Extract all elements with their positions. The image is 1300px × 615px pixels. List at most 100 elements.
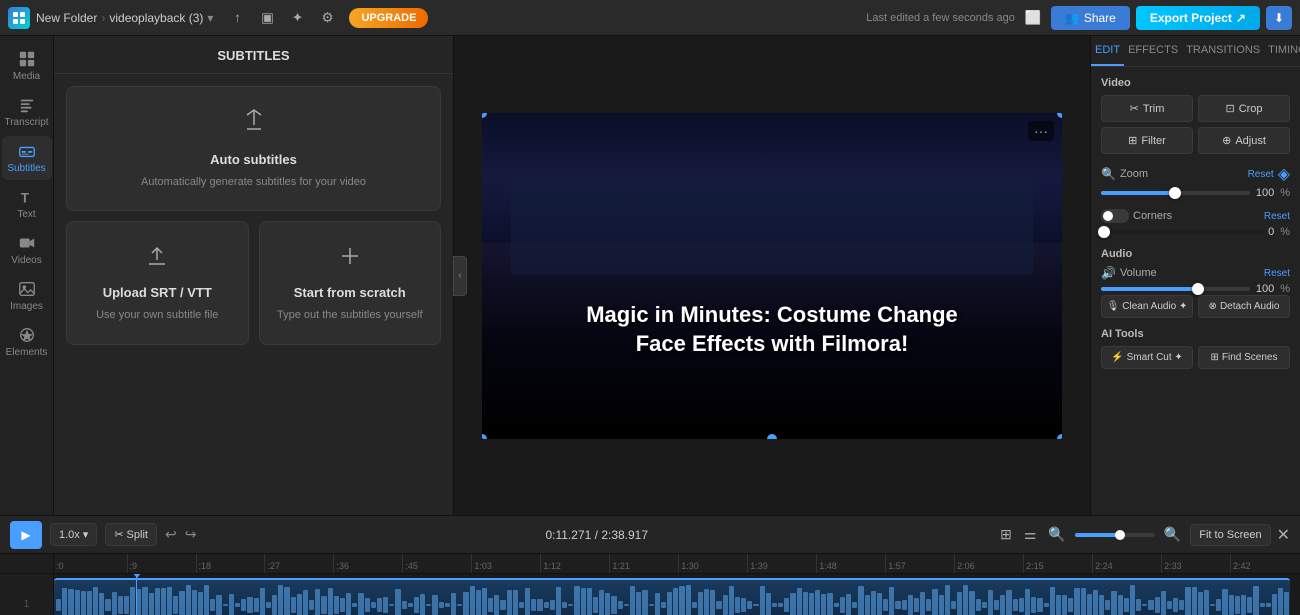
zoom-in-button[interactable]: 🔍 — [1161, 523, 1184, 546]
corners-slider-section: Corners Reset 0 % — [1101, 209, 1290, 238]
corner-handle-br[interactable] — [1057, 434, 1062, 439]
track-number: 1 — [0, 574, 53, 615]
ruler-mark: :27 — [265, 554, 334, 573]
video-section-title: Video — [1101, 77, 1290, 89]
sidebar-text-label: Text — [17, 209, 35, 220]
auto-subtitles-card[interactable]: Auto subtitles Automatically generate su… — [66, 86, 441, 211]
ruler-mark: 1:30 — [679, 554, 748, 573]
corners-label: Corners — [1133, 210, 1172, 222]
adjust-button[interactable]: ⊕ Adjust — [1198, 127, 1290, 154]
smart-cut-icon: ⚡ — [1111, 352, 1123, 363]
corners-value: 0 — [1268, 226, 1274, 238]
ruler-mark: 2:15 — [1024, 554, 1093, 573]
crop-button[interactable]: ⊡ Crop — [1198, 95, 1290, 122]
sidebar-item-images[interactable]: Images — [2, 274, 52, 318]
sidebar-item-subtitles[interactable]: Subtitles — [2, 136, 52, 180]
settings-icon[interactable]: ⚙ — [315, 6, 339, 30]
scratch-title: Start from scratch — [294, 285, 406, 300]
timeline-current-time: 0:11.271 / 2:38.917 — [545, 528, 648, 542]
timeline-controls: ▶ 1.0x ▾ ✂ Split ↩ ↪ 0:11.271 / 2:38.917… — [0, 516, 1300, 554]
corners-thumb[interactable] — [1098, 226, 1110, 238]
corners-toggle[interactable] — [1101, 209, 1129, 223]
sidebar-images-label: Images — [10, 301, 43, 312]
right-panel: EDIT EFFECTS TRANSITIONS TIMING Video ✂ … — [1090, 36, 1300, 515]
video-more-button[interactable]: ··· — [1028, 121, 1054, 141]
download-button[interactable]: ⬇ — [1266, 6, 1292, 30]
sidebar-item-transcript[interactable]: Transcript — [2, 90, 52, 134]
zoom-out-button[interactable]: 🔍 — [1045, 523, 1068, 546]
zoom-thumb[interactable] — [1115, 530, 1125, 540]
tab-transitions[interactable]: TRANSITIONS — [1182, 36, 1264, 66]
timeline-ruler: :0 :9 :18 :27 :36 :45 1:03 1:12 1:21 1:3… — [54, 554, 1300, 574]
clean-audio-button[interactable]: 🎙 Clean Audio ✦ — [1101, 295, 1193, 318]
smart-cut-button[interactable]: ⚡ Smart Cut ✦ — [1101, 346, 1193, 369]
sidebar-item-videos[interactable]: Videos — [2, 228, 52, 272]
sparkle-icon[interactable]: ✦ — [285, 6, 309, 30]
volume-reset[interactable]: Reset — [1264, 268, 1290, 279]
upgrade-button[interactable]: UPGRADE — [349, 8, 428, 28]
split-button[interactable]: ✂ Split — [105, 523, 157, 546]
corner-handle-tr[interactable] — [1057, 113, 1062, 118]
timeline-right-controls: ⊞ ⚌ 🔍 🔍 Fit to Screen ✕ — [997, 523, 1290, 546]
timeline-content: :0 :9 :18 :27 :36 :45 1:03 1:12 1:21 1:3… — [54, 554, 1300, 615]
corners-track[interactable] — [1101, 230, 1262, 234]
screen-record-icon[interactable]: ⬜ — [1021, 6, 1045, 30]
volume-thumb[interactable] — [1192, 283, 1204, 295]
detach-audio-button[interactable]: ⊗ Detach Audio — [1198, 295, 1290, 318]
zoom-thumb[interactable] — [1169, 187, 1181, 199]
timeline-clip[interactable]: // Generate waveform bars const wf = doc… — [54, 578, 1290, 615]
volume-slider-section: 🔊 Volume Reset 100 % — [1101, 266, 1290, 295]
volume-fill — [1101, 287, 1198, 291]
upload-srt-desc: Use your own subtitle file — [96, 308, 218, 323]
tab-effects[interactable]: EFFECTS — [1124, 36, 1182, 66]
speed-chevron-icon: ▾ — [83, 528, 89, 541]
zoom-fill — [1101, 191, 1175, 195]
upload-icon[interactable]: ↑ — [225, 6, 249, 30]
volume-track[interactable] — [1101, 287, 1250, 291]
zoom-reset[interactable]: Reset — [1248, 169, 1274, 180]
ruler-mark: 1:39 — [748, 554, 817, 573]
video-subtitle-text: Magic in Minutes: Costume Change Face Ef… — [482, 301, 1062, 358]
audio-section: Audio 🔊 Volume Reset 10 — [1101, 248, 1290, 318]
folder-name[interactable]: New Folder — [36, 11, 97, 25]
track-settings-button[interactable]: ⚌ — [1021, 523, 1040, 546]
collapse-panel-button[interactable]: ‹ — [453, 256, 467, 296]
volume-unit: % — [1280, 283, 1290, 295]
monitor-icon[interactable]: ▣ — [255, 6, 279, 30]
sidebar-item-media[interactable]: Media — [2, 44, 52, 88]
corners-reset[interactable]: Reset — [1264, 211, 1290, 222]
sidebar-item-elements[interactable]: Elements — [2, 320, 52, 364]
close-timeline-button[interactable]: ✕ — [1277, 525, 1290, 545]
timeline-track[interactable]: // Generate waveform bars const wf = doc… — [54, 574, 1300, 615]
scratch-desc: Type out the subtitles yourself — [277, 308, 423, 323]
find-scenes-button[interactable]: ⊞ Find Scenes — [1198, 346, 1290, 369]
zoom-track[interactable] — [1101, 191, 1250, 195]
tab-timing[interactable]: TIMING — [1264, 36, 1300, 66]
redo-button[interactable]: ↪ — [185, 526, 197, 543]
playhead[interactable] — [136, 574, 137, 615]
tab-edit[interactable]: EDIT — [1091, 36, 1124, 66]
upload-srt-icon — [143, 242, 171, 273]
app-logo — [8, 7, 30, 29]
sidebar-item-text[interactable]: T Text — [2, 182, 52, 226]
sidebar: Media Transcript Subtitles T Text Videos… — [0, 36, 54, 515]
zoom-track[interactable] — [1075, 533, 1155, 537]
undo-button[interactable]: ↩ — [165, 526, 177, 543]
fit-to-screen-button[interactable]: Fit to Screen — [1190, 524, 1270, 546]
scratch-card[interactable]: Start from scratch Type out the subtitle… — [259, 221, 442, 344]
share-button[interactable]: 👥 Share — [1051, 6, 1130, 30]
auto-subtitles-desc: Automatically generate subtitles for you… — [141, 175, 366, 190]
export-button[interactable]: Export Project ↗ — [1136, 6, 1260, 30]
speed-button[interactable]: 1.0x ▾ — [50, 523, 97, 546]
upload-srt-card[interactable]: Upload SRT / VTT Use your own subtitle f… — [66, 221, 249, 344]
svg-text:T: T — [20, 190, 29, 205]
center-handle[interactable] — [767, 434, 777, 439]
chevron-down-icon[interactable]: ▾ — [207, 11, 213, 25]
trim-button[interactable]: ✂ Trim — [1101, 95, 1193, 122]
ruler-mark: :18 — [197, 554, 266, 573]
timeline-area: ▶ 1.0x ▾ ✂ Split ↩ ↪ 0:11.271 / 2:38.917… — [0, 515, 1300, 615]
project-name[interactable]: videoplayback (3) — [109, 11, 203, 25]
play-button[interactable]: ▶ — [10, 521, 42, 549]
filter-button[interactable]: ⊞ Filter — [1101, 127, 1193, 154]
collapse-tracks-button[interactable]: ⊞ — [997, 523, 1015, 546]
